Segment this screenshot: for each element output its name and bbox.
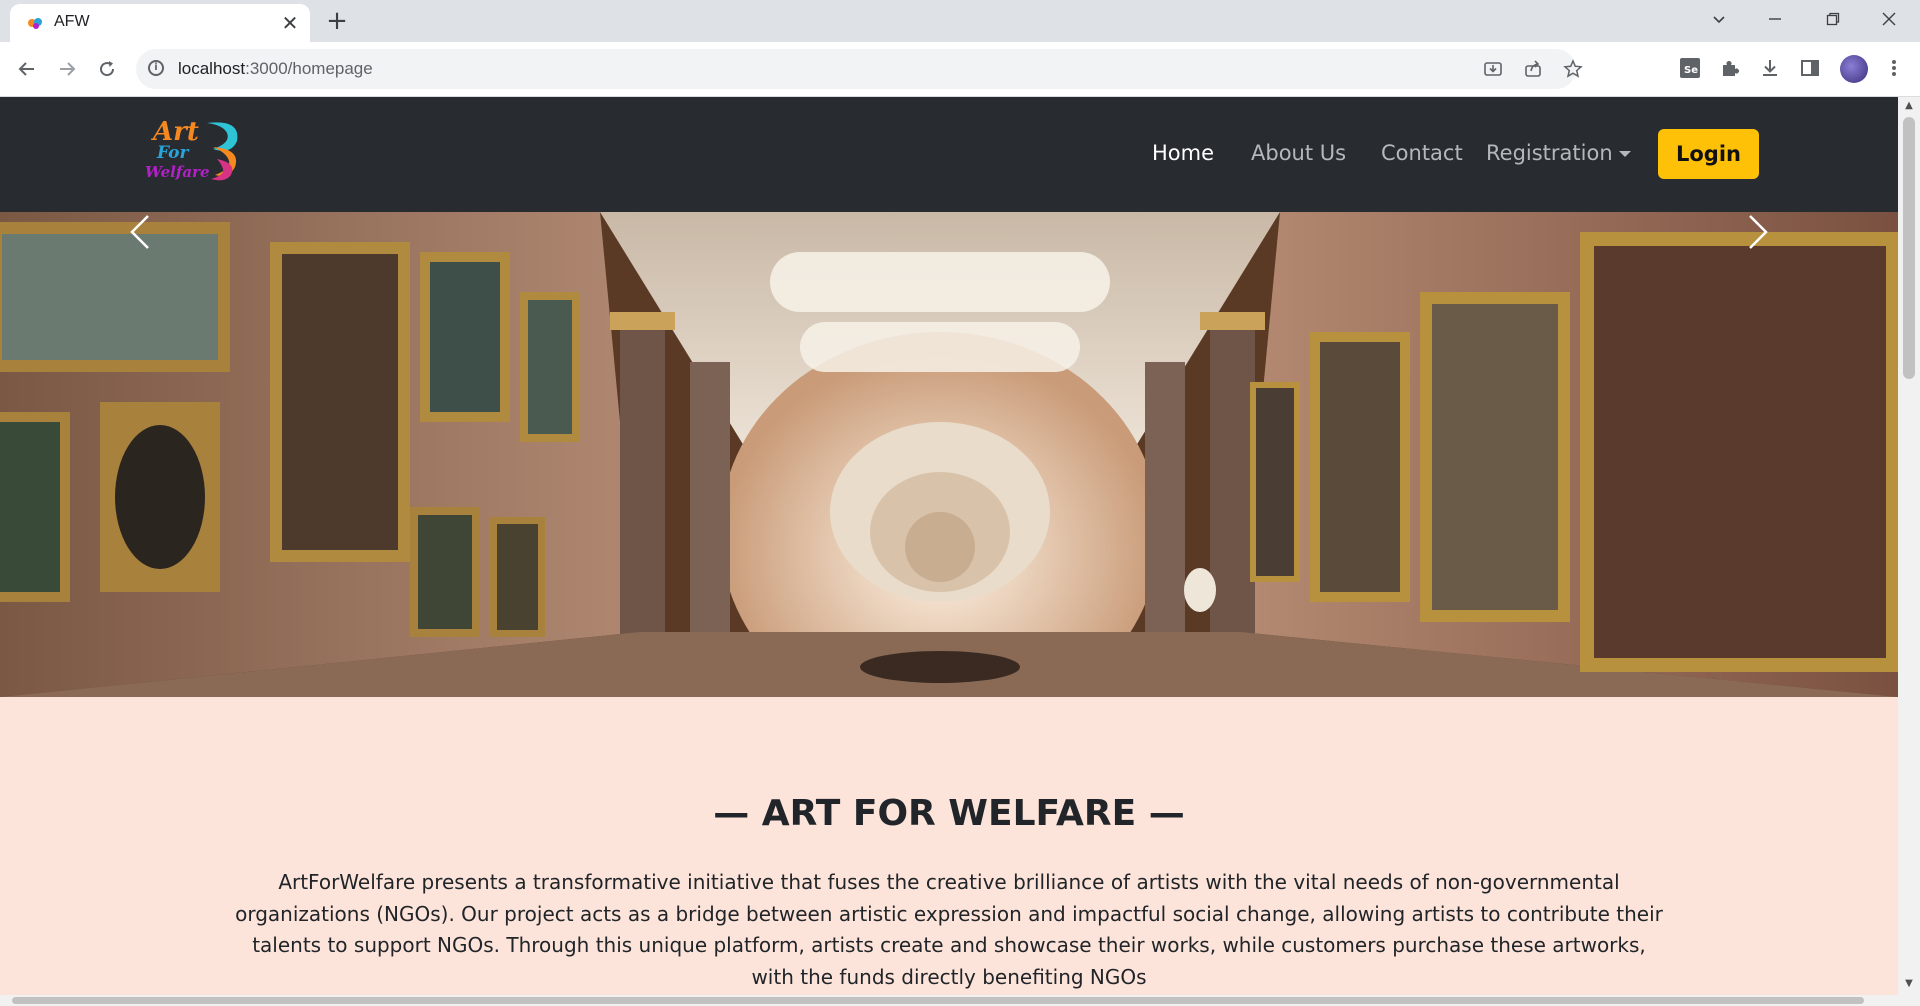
- login-button[interactable]: Login: [1658, 129, 1759, 179]
- site-navbar: Art For Welfare Home About Us Contact Re…: [0, 97, 1898, 212]
- vertical-scrollbar[interactable]: ▲ ▼: [1898, 97, 1920, 1006]
- scrollbar-thumb[interactable]: [1903, 117, 1915, 379]
- reload-icon[interactable]: [92, 54, 122, 84]
- menu-icon[interactable]: [1880, 54, 1908, 82]
- hero-image: [0, 212, 1898, 697]
- share-icon[interactable]: [1521, 57, 1545, 81]
- tab-close-icon[interactable]: ✕: [278, 11, 302, 35]
- browser-tab[interactable]: AFW ✕: [10, 4, 310, 42]
- star-icon[interactable]: [1561, 57, 1585, 81]
- new-tab-button[interactable]: +: [322, 6, 352, 36]
- nav-registration-label: Registration: [1486, 141, 1613, 165]
- close-window-icon[interactable]: [1872, 4, 1906, 34]
- logo-for-text: For: [157, 143, 189, 163]
- caret-down-icon: [1618, 151, 1631, 157]
- download-icon[interactable]: [1756, 54, 1784, 82]
- url-text[interactable]: localhost:3000/homepage: [178, 59, 373, 79]
- nav-contact[interactable]: Contact: [1381, 141, 1463, 165]
- sidepanel-icon[interactable]: [1796, 54, 1824, 82]
- page-viewport: Art For Welfare Home About Us Contact Re…: [0, 97, 1898, 1006]
- selenium-icon[interactable]: Se: [1676, 54, 1704, 82]
- logo-swirl-icon: [207, 122, 238, 181]
- nav-registration-dropdown[interactable]: Registration: [1486, 141, 1631, 165]
- tab-strip: AFW ✕ +: [0, 0, 1920, 42]
- forward-icon[interactable]: [52, 54, 82, 84]
- section-title: — ART FOR WELFARE —: [713, 793, 1185, 834]
- section-description: ArtForWelfare presents a transformative …: [235, 870, 1663, 989]
- nav-home[interactable]: Home: [1152, 141, 1214, 165]
- minimize-icon[interactable]: [1758, 4, 1792, 34]
- address-bar[interactable]: i localhost:3000/homepage: [136, 49, 1583, 89]
- scroll-down-icon[interactable]: ▼: [1903, 977, 1915, 991]
- carousel-next-chevron-right-icon[interactable]: [1736, 212, 1776, 252]
- nav-about-us[interactable]: About Us: [1251, 141, 1346, 165]
- browser-toolbar: i localhost:3000/homepage Se: [0, 42, 1920, 97]
- logo-welfare-text: Welfare: [145, 163, 210, 181]
- scroll-up-icon[interactable]: ▲: [1903, 99, 1915, 113]
- svg-text:Se: Se: [1684, 65, 1698, 76]
- back-icon[interactable]: [12, 54, 42, 84]
- install-icon[interactable]: [1481, 57, 1505, 81]
- hero-carousel[interactable]: [0, 212, 1898, 697]
- site-logo[interactable]: Art For Welfare: [145, 117, 245, 192]
- restore-icon[interactable]: [1816, 4, 1850, 34]
- info-icon[interactable]: i: [148, 60, 164, 76]
- horizontal-scrollbar-thumb[interactable]: [12, 997, 1864, 1004]
- horizontal-scrollbar[interactable]: [0, 995, 1898, 1006]
- tab-search-icon[interactable]: [1702, 4, 1736, 34]
- site-favicon-icon: [28, 18, 42, 29]
- profile-avatar[interactable]: [1840, 55, 1868, 83]
- extensions-icon[interactable]: [1716, 54, 1744, 82]
- about-section: — ART FOR WELFARE — ArtForWelfare presen…: [0, 697, 1898, 1006]
- tab-title: AFW: [54, 13, 90, 30]
- carousel-prev-chevron-left-icon[interactable]: [122, 212, 162, 252]
